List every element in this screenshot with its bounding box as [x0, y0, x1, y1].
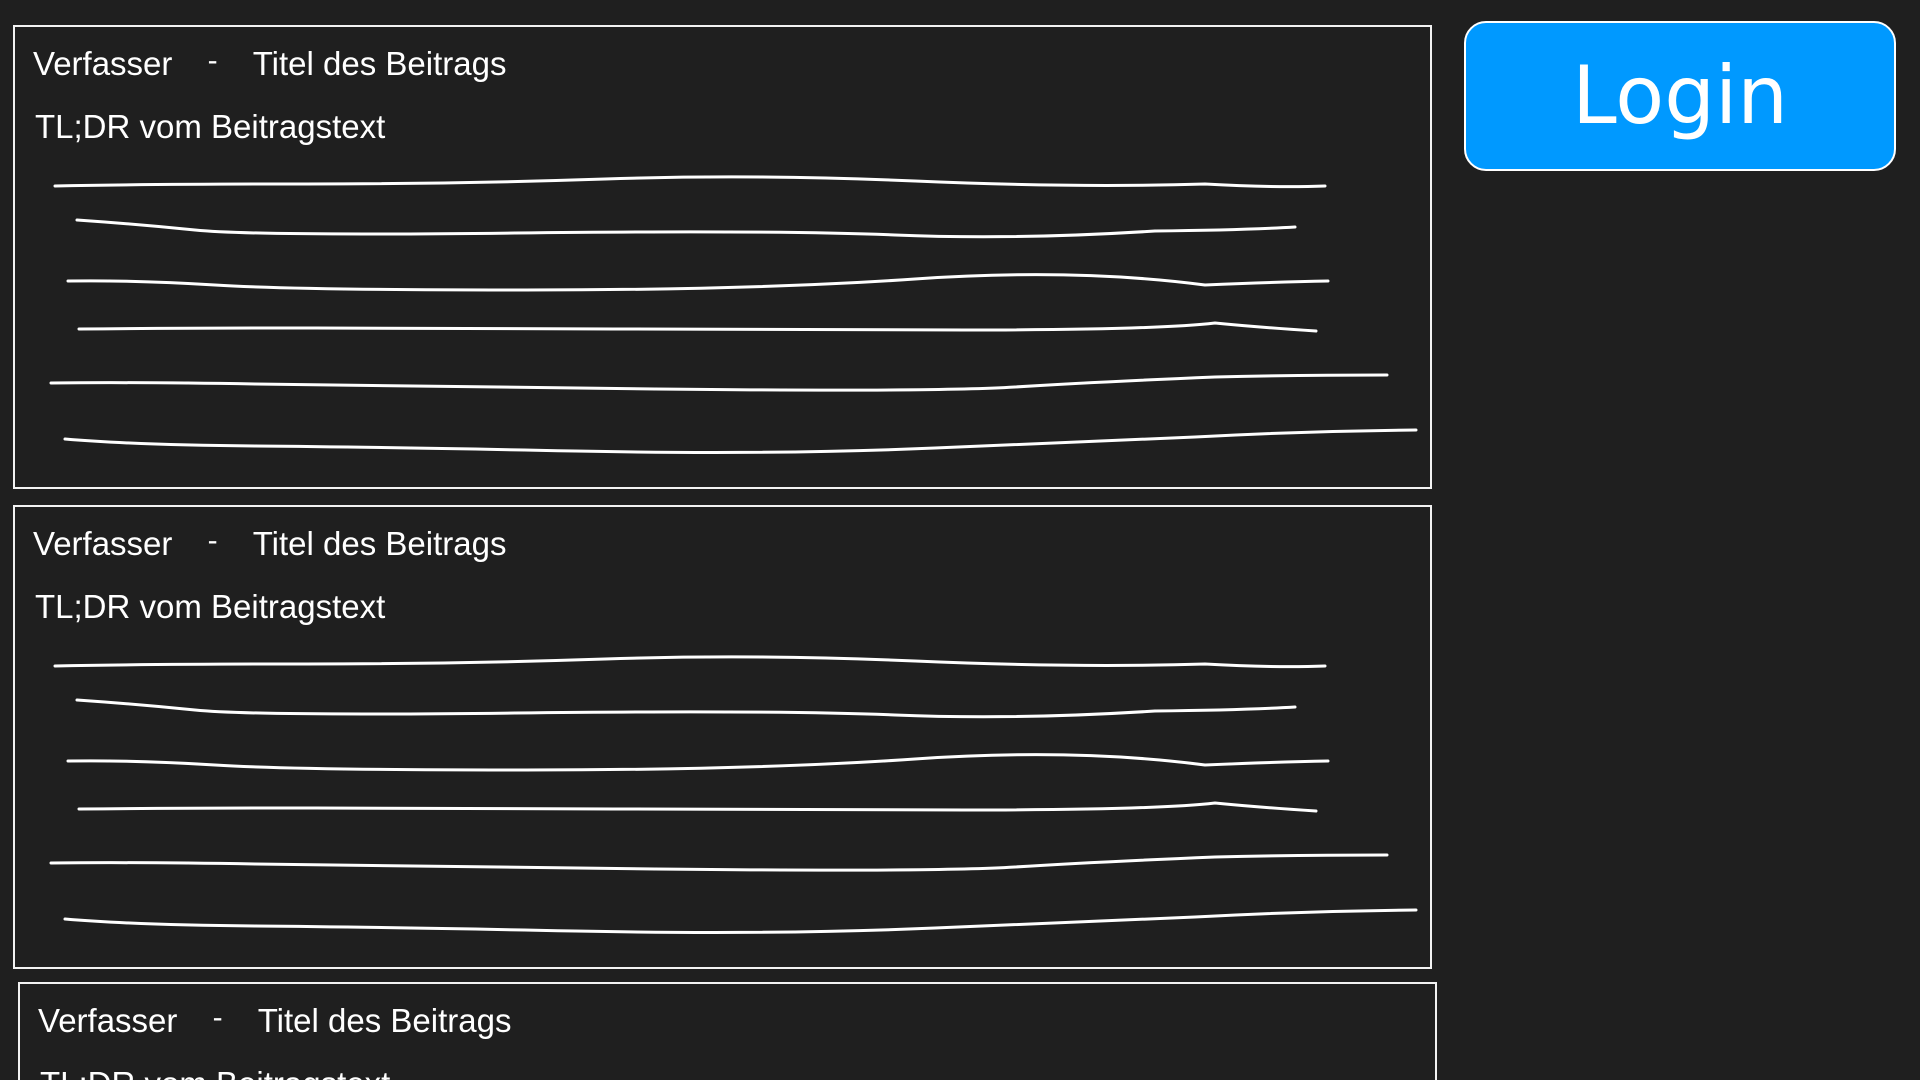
post-author[interactable]: Verfasser	[38, 1001, 177, 1041]
post-header: Verfasser - Titel des Beitrags	[38, 1001, 511, 1043]
post-header: Verfasser - Titel des Beitrags	[33, 524, 506, 566]
post-summary: TL;DR vom Beitragstext	[35, 588, 386, 625]
post-summary: TL;DR vom Beitragstext	[40, 1064, 390, 1080]
post-title[interactable]: Titel des Beitrags	[253, 44, 507, 84]
header-separator: -	[212, 1001, 223, 1034]
placeholder-text-lines	[49, 655, 1418, 934]
post-card[interactable]: Verfasser - Titel des Beitrags TL;DR vom…	[18, 982, 1437, 1080]
post-title[interactable]: Titel des Beitrags	[258, 1001, 512, 1041]
header-separator: -	[207, 524, 218, 557]
post-author[interactable]: Verfasser	[33, 44, 172, 84]
post-card[interactable]: Verfasser - Titel des Beitrags TL;DR vom…	[13, 505, 1432, 969]
post-card[interactable]: Verfasser - Titel des Beitrags TL;DR vom…	[13, 25, 1432, 489]
page: Verfasser - Titel des Beitrags TL;DR vom…	[0, 0, 1920, 1080]
login-button[interactable]: Login	[1464, 21, 1896, 171]
post-header: Verfasser - Titel des Beitrags	[33, 44, 506, 86]
post-author[interactable]: Verfasser	[33, 524, 172, 564]
post-summary: TL;DR vom Beitragstext	[35, 108, 386, 145]
placeholder-text-lines	[49, 175, 1418, 454]
post-title[interactable]: Titel des Beitrags	[253, 524, 507, 564]
header-separator: -	[207, 44, 218, 77]
